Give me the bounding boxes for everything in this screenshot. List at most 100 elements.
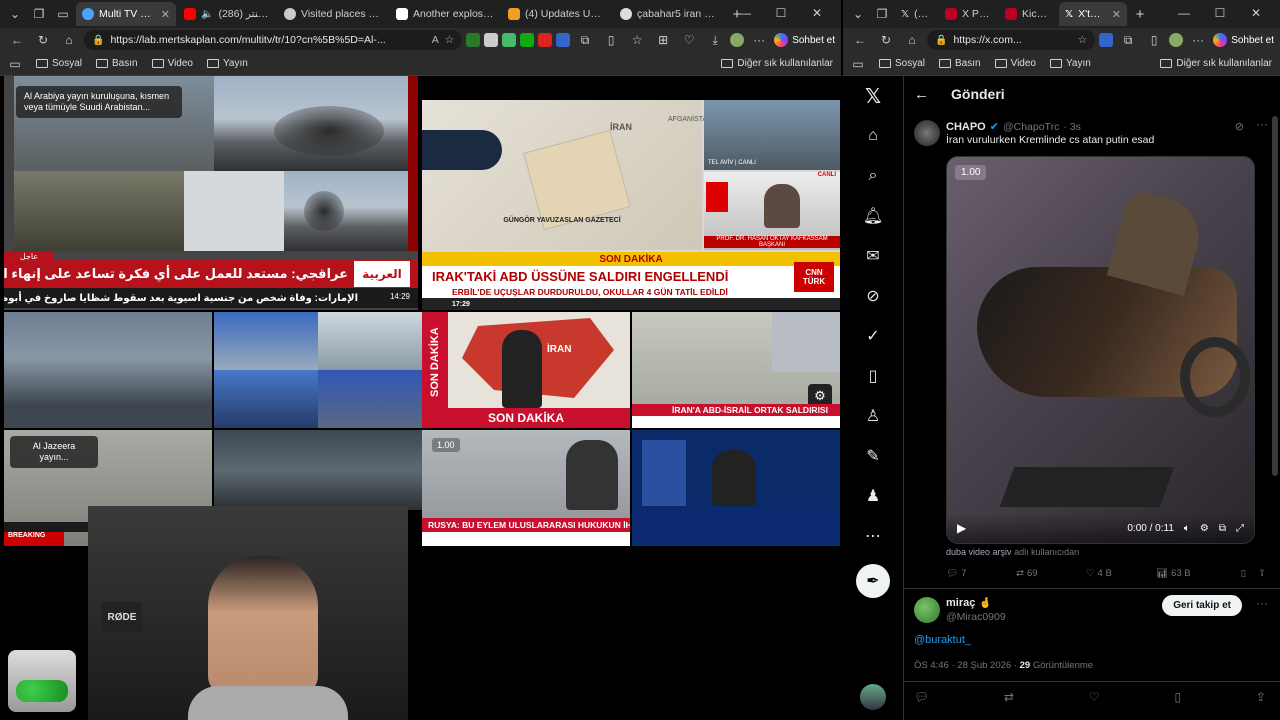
tab-x-post[interactable]: X Post	[939, 2, 997, 26]
views-button[interactable]: 📊︎ 63 B	[1156, 568, 1226, 579]
tab-x-active[interactable]: 𝕏 X'te m ✕	[1059, 2, 1127, 26]
repost-icon[interactable]: ⇄	[1004, 690, 1014, 704]
more-icon[interactable]: ···	[748, 29, 770, 51]
favorite-folder-basin[interactable]: Basın	[96, 58, 138, 69]
refresh-icon[interactable]: ↻	[875, 29, 897, 51]
other-favorites[interactable]: Diğer sık kullanılanlar	[1160, 58, 1272, 69]
profile-icon[interactable]: ♟	[861, 484, 885, 508]
tweet-video[interactable]: 1.00 ▶ 0:00 / 0:11 🔈︎ ⚙ ⧉ ⤢	[946, 156, 1255, 544]
new-tab-button[interactable]: +	[1129, 3, 1151, 25]
favorite-folder-sosyal[interactable]: Sosyal	[879, 58, 925, 69]
follow-back-button[interactable]: Geri takip et	[1162, 595, 1242, 616]
tv-tile-alarabiya[interactable]: Al Arabiya yayın kuruluşuna, kısmen veya…	[4, 76, 418, 310]
back-icon[interactable]: ←	[849, 29, 871, 51]
extension-icon[interactable]	[538, 33, 553, 47]
favorite-folder-basin[interactable]: Basın	[939, 58, 981, 69]
copilot-button[interactable]: Sohbet et	[1213, 33, 1274, 47]
back-icon[interactable]: ←	[6, 29, 28, 51]
x-logo-icon[interactable]: 𝕏	[861, 84, 885, 108]
favorites-import-icon[interactable]: ▭	[851, 53, 865, 75]
extension-icon[interactable]	[484, 33, 499, 47]
browser-essentials-icon[interactable]: ♡	[678, 29, 700, 51]
more-options-icon[interactable]: ···	[1256, 117, 1268, 131]
favorites-icon[interactable]: ☆	[626, 29, 648, 51]
close-window-icon[interactable]: ✕	[1238, 2, 1274, 24]
grok-explain-icon[interactable]: ⊘	[1235, 120, 1244, 133]
vertical-tabs-icon[interactable]: ▭	[52, 3, 74, 25]
home-icon[interactable]: ⌂	[861, 124, 885, 148]
copilot-button[interactable]: Sohbet et	[774, 33, 835, 47]
favorite-folder-yayin[interactable]: Yayın	[207, 58, 248, 69]
attribution-user[interactable]: duba video arşiv	[946, 547, 1012, 557]
avatar[interactable]	[914, 120, 940, 146]
reply-timestamp[interactable]: ÖS 4:46 · 28 Şub 2026 ·	[914, 660, 1017, 671]
collections-icon[interactable]: ⊞	[652, 29, 674, 51]
maximize-icon[interactable]: ☐	[763, 2, 799, 24]
minimize-icon[interactable]: —	[727, 2, 763, 24]
split-screen-icon[interactable]: ▯	[600, 29, 622, 51]
profile-avatar[interactable]	[1169, 33, 1184, 47]
bookmarks-icon[interactable]: ▯	[861, 364, 885, 388]
favorites-import-icon[interactable]: ▭	[8, 53, 22, 75]
tv-tile-coastal-cam[interactable]	[4, 312, 212, 428]
chevron-down-icon[interactable]: ⌄	[847, 3, 869, 25]
profile-avatar[interactable]	[730, 33, 745, 47]
post-compose-icon[interactable]: ✒	[856, 564, 890, 598]
other-favorites[interactable]: Diğer sık kullanılanlar	[721, 58, 833, 69]
communities-icon[interactable]: ✎	[861, 444, 885, 468]
tv-tile-mosaic[interactable]	[214, 312, 422, 428]
fullscreen-icon[interactable]: ⤢	[1236, 523, 1244, 534]
extension-icon[interactable]	[520, 33, 535, 47]
tv-tile-eu-studio[interactable]	[632, 430, 840, 546]
settings-icon[interactable]: ⚙	[1200, 523, 1209, 534]
reply-avatar[interactable]	[914, 597, 940, 623]
workspaces-icon[interactable]: ❐	[28, 3, 50, 25]
maximize-icon[interactable]: ☐	[1202, 2, 1238, 24]
bookmark-icon[interactable]: ▯	[1175, 690, 1182, 704]
tab-x-1[interactable]: 𝕏 (1) X P	[895, 2, 937, 26]
extension-icon[interactable]	[556, 33, 571, 47]
back-arrow-icon[interactable]: ←	[914, 86, 929, 103]
favorite-star-icon[interactable]: ☆	[445, 34, 454, 46]
tab-google[interactable]: çabahar5 iran - Goo	[614, 2, 724, 26]
tv-tile-iran-abd[interactable]: ⚙ İRAN'A ABD-İSRAİL ORTAK SALDIRISI	[632, 312, 840, 428]
reply-button[interactable]: 💬︎ 7	[946, 568, 1016, 579]
downloads-icon[interactable]: ⤓	[704, 29, 726, 51]
home-icon[interactable]: ⌂	[901, 29, 923, 51]
author-handle[interactable]: @ChapoTrc	[1003, 121, 1059, 133]
tv-tile-son-dakika-anchor[interactable]: SON DAKİKA İRAN SON DAKİKA	[422, 312, 630, 428]
tv-tile-rusya[interactable]: 1.00 RUSYA: BU EYLEM ULUSLARARASI HUKUKU…	[422, 430, 630, 546]
notifications-bell-icon[interactable]: 🔔︎	[861, 204, 885, 228]
read-aloud-icon[interactable]: A	[432, 34, 439, 46]
extension-icon[interactable]	[502, 33, 517, 47]
split-screen-icon[interactable]: ▯	[1143, 29, 1165, 51]
tab-updates[interactable]: (4) Updates US, Isra	[502, 2, 612, 26]
tab-visited-places[interactable]: Visited places map	[278, 2, 388, 26]
grok-icon[interactable]: ⊘	[861, 284, 885, 308]
bookmark-icon[interactable]: ▯	[1241, 568, 1246, 579]
volume-icon[interactable]: 🔈︎	[1184, 523, 1190, 534]
tab-kickpr[interactable]: KickPr	[999, 2, 1057, 26]
verified-check-icon[interactable]: ✓	[861, 324, 885, 348]
extensions-puzzle-icon[interactable]: ⧉	[574, 29, 596, 51]
play-icon[interactable]: ▶	[957, 521, 966, 535]
more-options-icon[interactable]: ···	[1256, 596, 1268, 610]
favorite-folder-video[interactable]: Video	[994, 58, 1036, 69]
reply-mention[interactable]: @buraktut_	[914, 634, 971, 646]
favorite-folder-sosyal[interactable]: Sosyal	[36, 58, 82, 69]
share-icon[interactable]: ⇪	[1256, 690, 1266, 704]
tab-another-explosion[interactable]: Another explosion	[390, 2, 500, 26]
tab-multi-tv[interactable]: Multi TV - 10 li ✕	[76, 2, 176, 26]
address-bar[interactable]: 🔒 https://x.com... ☆	[927, 30, 1096, 50]
workspaces-icon[interactable]: ❐	[871, 3, 893, 25]
close-icon[interactable]: ✕	[1112, 8, 1121, 21]
repost-button[interactable]: ⇄ 69	[1016, 568, 1086, 579]
share-icon[interactable]: ⇪	[1258, 568, 1266, 579]
account-avatar[interactable]	[860, 684, 886, 710]
refresh-icon[interactable]: ↻	[32, 29, 54, 51]
reply-icon[interactable]: 💬︎	[914, 690, 929, 704]
search-icon[interactable]: ⌕	[861, 164, 885, 188]
more-circle-icon[interactable]: ⋯	[861, 524, 885, 548]
favorite-folder-video[interactable]: Video	[151, 58, 193, 69]
close-window-icon[interactable]: ✕	[799, 2, 835, 24]
